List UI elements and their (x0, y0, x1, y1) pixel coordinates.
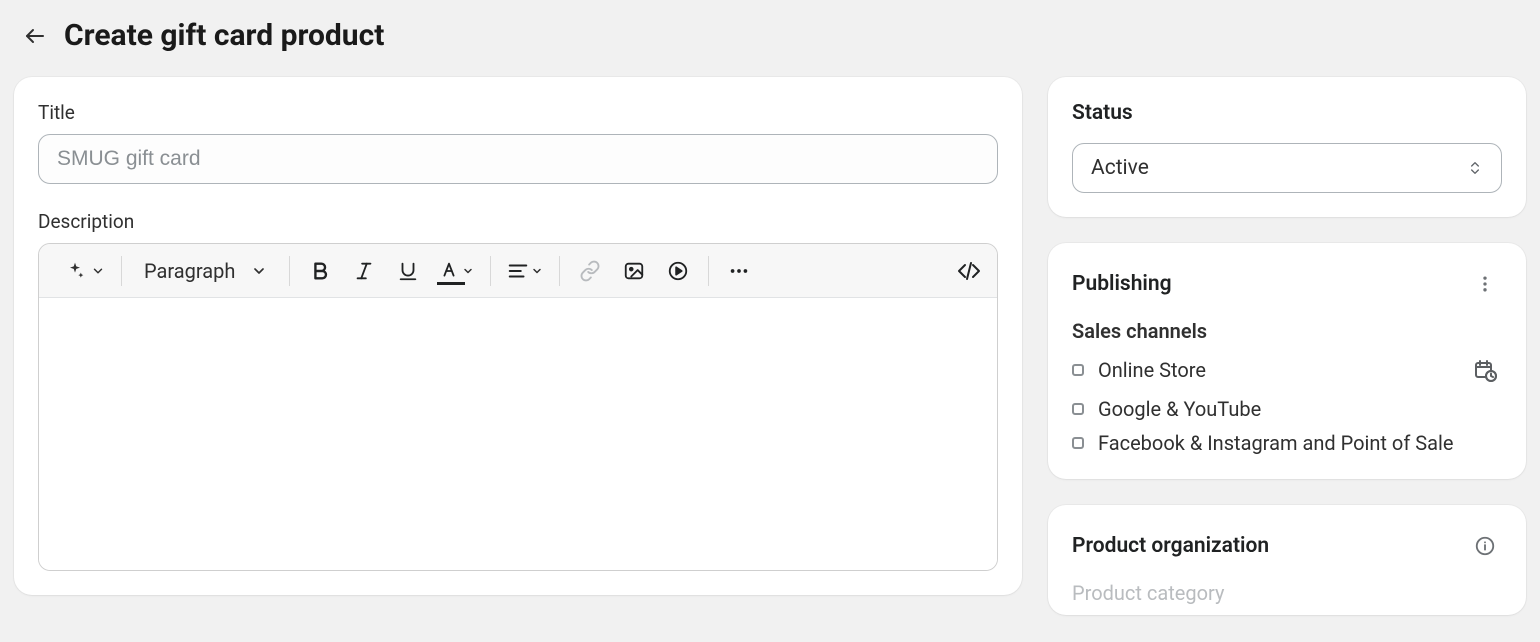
code-view-button[interactable] (951, 253, 987, 289)
align-left-icon (507, 260, 529, 282)
dots-vertical-icon (1475, 274, 1495, 294)
link-button[interactable] (572, 253, 608, 289)
status-select[interactable]: Active (1072, 143, 1502, 193)
italic-button[interactable] (346, 253, 382, 289)
text-color-icon (438, 260, 460, 282)
chevron-down-icon (462, 265, 474, 277)
bold-button[interactable] (302, 253, 338, 289)
calendar-clock-icon (1473, 358, 1497, 382)
page-header: Create gift card product (14, 14, 1526, 77)
italic-icon (353, 260, 375, 282)
description-label: Description (38, 210, 998, 233)
description-textarea[interactable] (39, 298, 997, 570)
status-value: Active (1091, 156, 1149, 180)
title-input[interactable] (38, 134, 998, 184)
publishing-heading: Publishing (1072, 272, 1172, 296)
schedule-button[interactable] (1468, 353, 1502, 387)
underline-icon (397, 260, 419, 282)
align-button[interactable] (503, 253, 547, 289)
dots-horizontal-icon (728, 260, 750, 282)
sparkle-icon (65, 261, 85, 281)
product-category-label: Product category (1072, 581, 1502, 605)
chevron-down-icon (91, 264, 105, 278)
channel-label: Online Store (1098, 358, 1206, 382)
paragraph-style-select[interactable]: Paragraph (134, 253, 277, 289)
channel-label: Google & YouTube (1098, 397, 1261, 421)
organization-info-button[interactable] (1468, 529, 1502, 563)
link-icon (579, 260, 601, 282)
underline-button[interactable] (390, 253, 426, 289)
select-chevrons-icon (1467, 158, 1483, 178)
title-label: Title (38, 101, 998, 124)
bold-icon (309, 260, 331, 282)
channel-row: Online Store (1072, 353, 1502, 387)
organization-card: Product organization Product category (1048, 505, 1526, 615)
page-title: Create gift card product (64, 18, 384, 53)
publishing-more-button[interactable] (1468, 267, 1502, 301)
text-color-button[interactable] (434, 253, 478, 289)
chevron-down-icon (251, 263, 267, 279)
info-icon (1474, 535, 1496, 557)
channel-label: Facebook & Instagram and Point of Sale (1098, 431, 1453, 455)
paragraph-style-label: Paragraph (144, 259, 235, 283)
channel-bullet-icon (1072, 364, 1084, 376)
description-editor: Paragraph (38, 243, 998, 571)
arrow-left-icon (23, 24, 47, 48)
channel-row: Facebook & Instagram and Point of Sale (1072, 431, 1502, 455)
more-button[interactable] (721, 253, 757, 289)
code-icon (957, 259, 981, 283)
channel-bullet-icon (1072, 403, 1084, 415)
chevron-down-icon (531, 265, 543, 277)
publishing-card: Publishing Sales channels Online Store (1048, 243, 1526, 479)
status-card: Status Active (1048, 77, 1526, 217)
status-heading: Status (1072, 101, 1502, 125)
video-button[interactable] (660, 253, 696, 289)
image-button[interactable] (616, 253, 652, 289)
sales-channels-heading: Sales channels (1072, 319, 1502, 343)
image-icon (623, 260, 645, 282)
channel-bullet-icon (1072, 437, 1084, 449)
ai-assist-button[interactable] (61, 253, 109, 289)
play-circle-icon (667, 260, 689, 282)
channel-row: Google & YouTube (1072, 397, 1502, 421)
back-button[interactable] (20, 21, 50, 51)
product-details-card: Title Description (14, 77, 1022, 595)
editor-toolbar: Paragraph (39, 244, 997, 298)
organization-heading: Product organization (1072, 534, 1269, 558)
